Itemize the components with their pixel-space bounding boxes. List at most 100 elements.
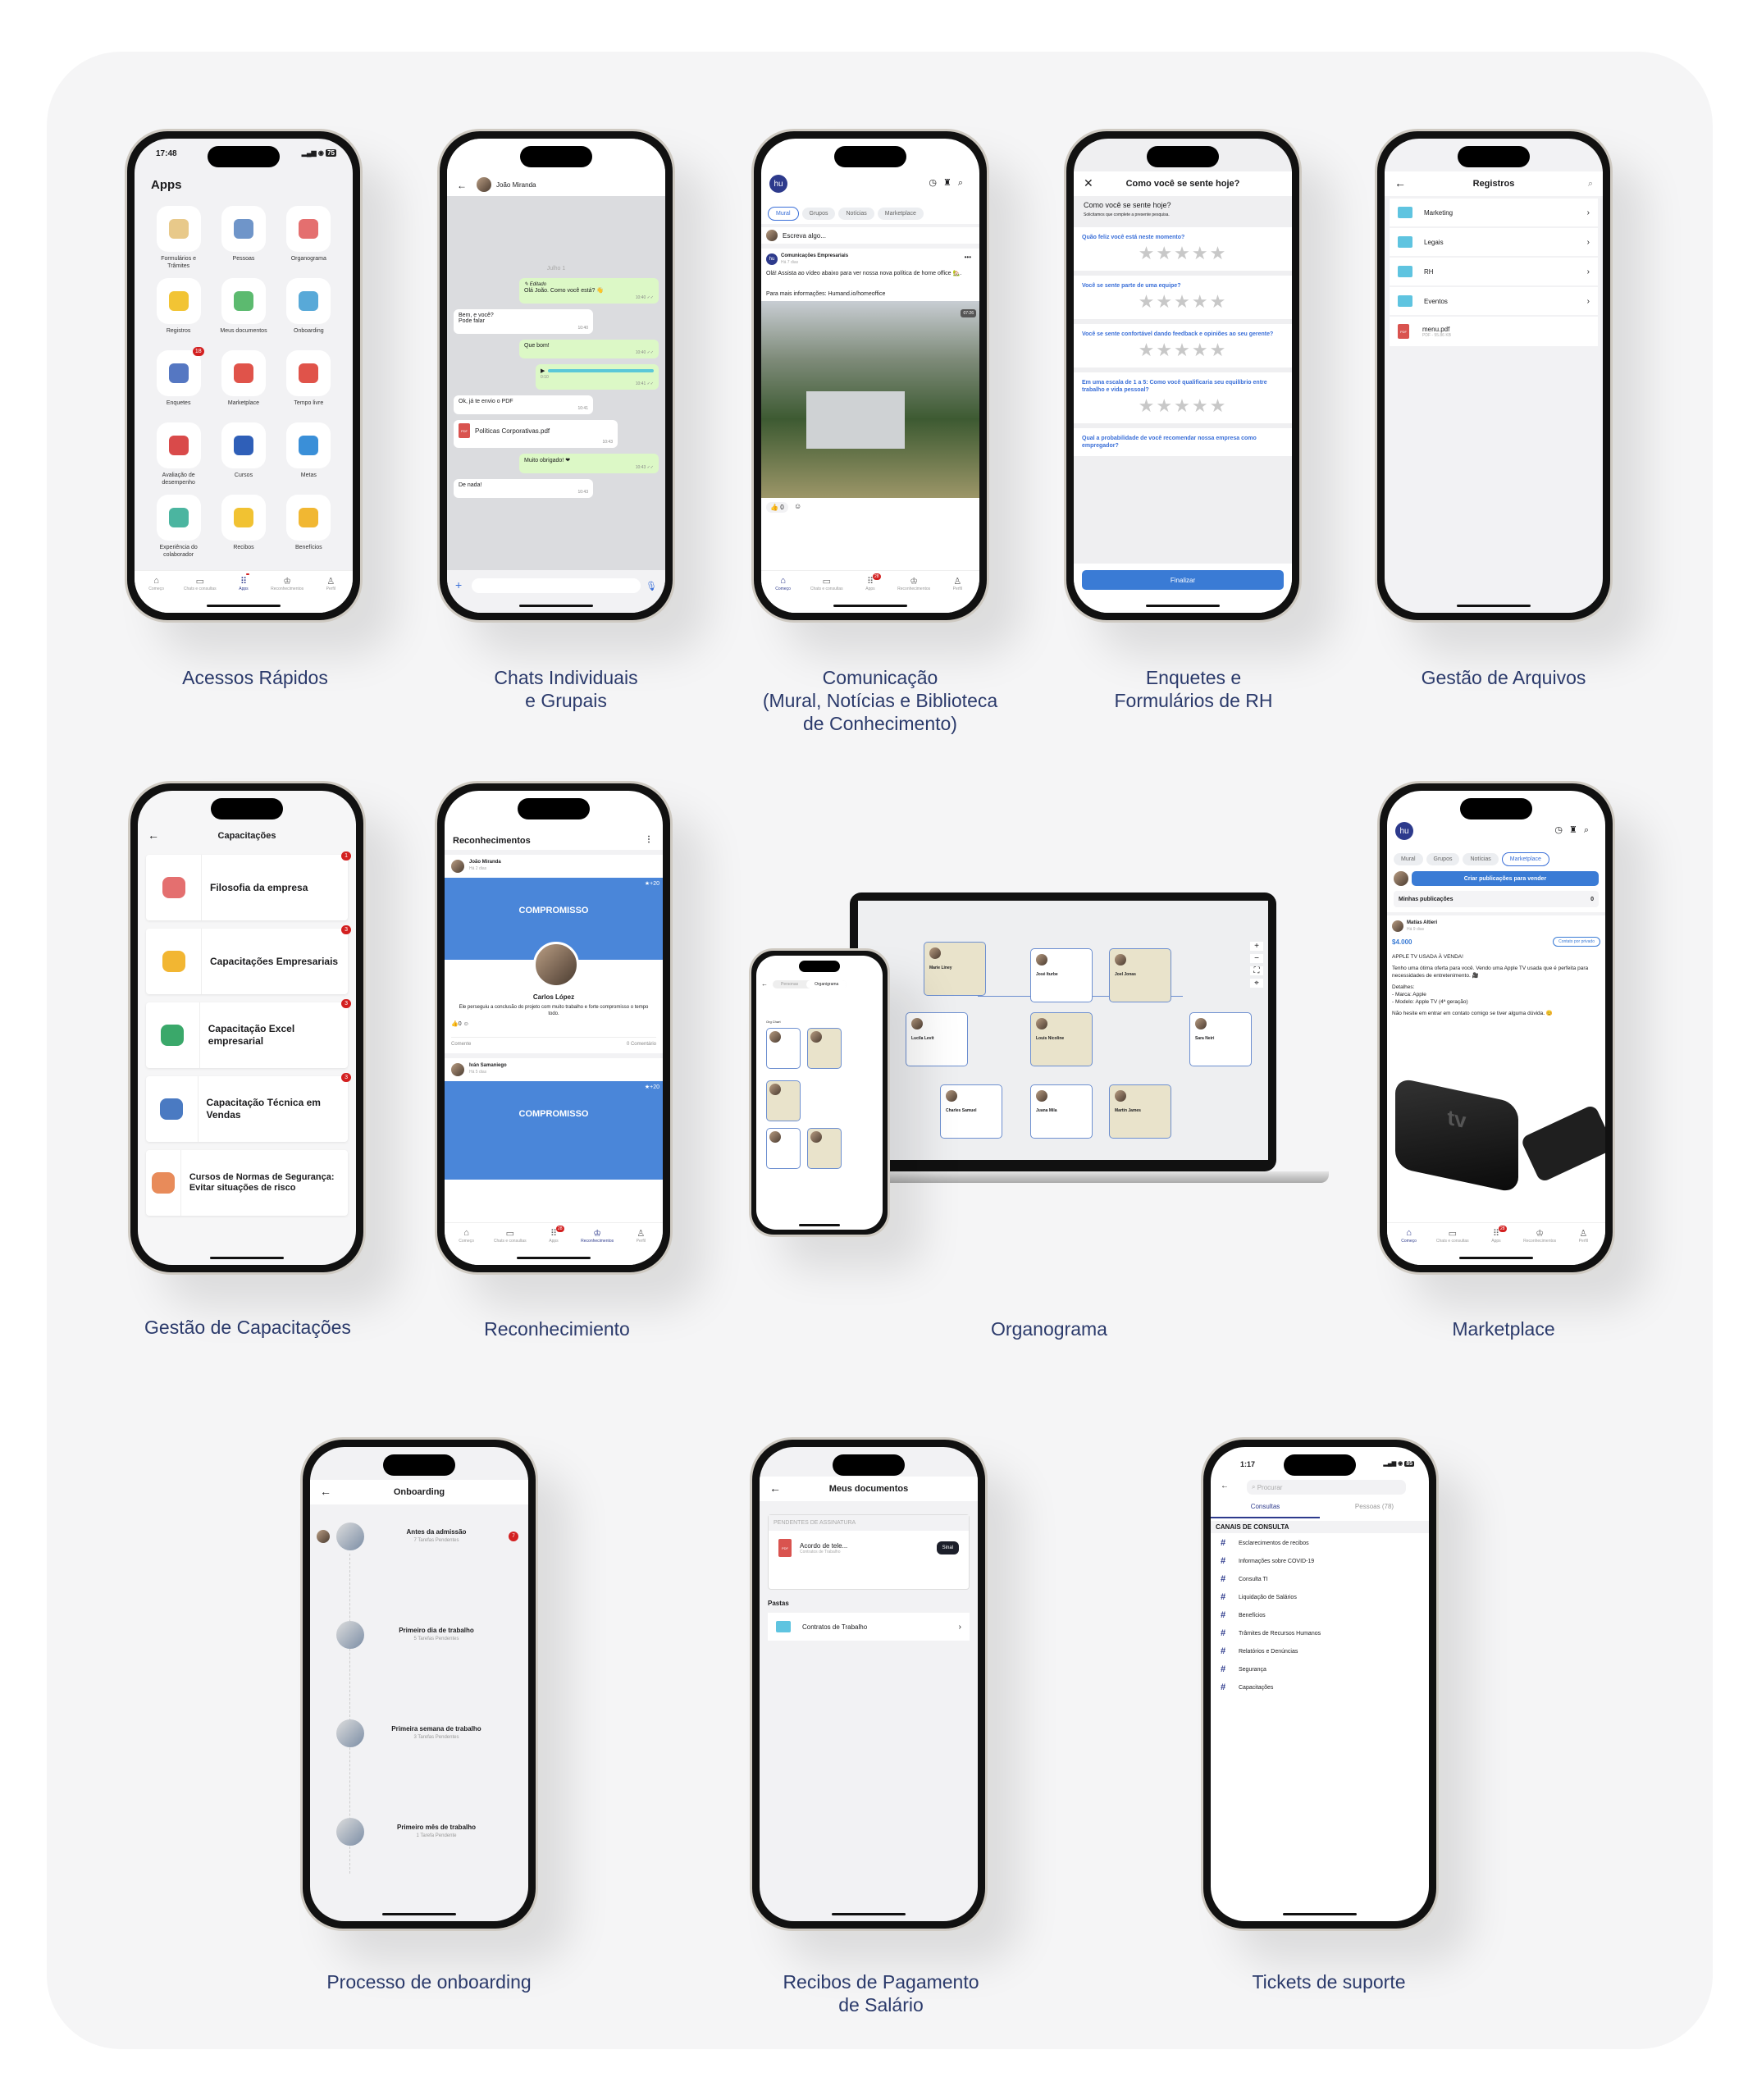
nav-item-apps[interactable]: ⠿ Apps 28 xyxy=(850,573,891,613)
close-icon[interactable]: ✕ xyxy=(1084,176,1093,190)
onboarding-step[interactable]: Antes da admissão 7 Tarefas Pendentes 7 xyxy=(310,1522,528,1550)
star-icon[interactable]: ★ xyxy=(1192,395,1210,416)
star-icon[interactable]: ★ xyxy=(1139,243,1157,263)
star-rating[interactable]: ★★★★★ xyxy=(1082,243,1284,264)
back-arrow-icon[interactable]: ← xyxy=(320,1485,331,1498)
star-icon[interactable]: ★ xyxy=(1210,291,1228,312)
history-icon[interactable]: ◷ xyxy=(929,178,943,188)
search-icon[interactable]: ⌕ xyxy=(958,178,970,188)
org-node[interactable]: Martin James xyxy=(1109,1084,1171,1139)
star-icon[interactable]: ★ xyxy=(1174,395,1192,416)
nav-item-chats[interactable]: ▭ Chats e consultas xyxy=(490,1228,531,1265)
tab-people[interactable]: Personas xyxy=(773,980,806,988)
finish-button[interactable]: Finalizar xyxy=(1082,570,1284,590)
nav-item-chats[interactable]: ▭ Chats e consultas xyxy=(1432,1228,1473,1265)
nav-item-recognitions[interactable]: ♔ Reconhecimentos xyxy=(1519,1228,1560,1265)
birthday-cake-icon[interactable]: ♜ xyxy=(1569,825,1584,835)
nav-item-profile[interactable]: ♙ Perfil xyxy=(937,576,978,613)
more-options-icon[interactable]: ⋮ xyxy=(645,835,653,844)
nav-item-profile[interactable]: ♙ Perfil xyxy=(1563,1228,1604,1265)
org-node[interactable]: Charles Samuel xyxy=(940,1084,1002,1139)
training-card[interactable]: Capacitação Excel empresarial 3 xyxy=(146,999,351,1068)
star-icon[interactable]: ★ xyxy=(1174,291,1192,312)
channel-row[interactable]: # Capacitações xyxy=(1211,1678,1429,1696)
tab-marketplace[interactable]: Marketplace xyxy=(1501,852,1549,866)
audio-player[interactable]: ▶ xyxy=(541,368,654,374)
tab-org-chart[interactable]: Organigrama xyxy=(806,980,847,988)
zoom-in-button[interactable]: + xyxy=(1250,942,1263,951)
channel-row[interactable]: # Trâmites de Recursos Humanos xyxy=(1211,1624,1429,1642)
org-node[interactable]: Louis Nicoline xyxy=(1030,1012,1093,1066)
nav-item-apps[interactable]: ⠿ Apps 28 xyxy=(533,1226,574,1265)
contact-private-button[interactable]: Contato por privado xyxy=(1553,937,1600,947)
add-reaction-icon[interactable]: ☺ xyxy=(794,502,801,510)
search-input[interactable]: ⌕ Procurar xyxy=(1247,1480,1406,1495)
nav-item-recognitions[interactable]: ♔ Reconhecimentos xyxy=(267,576,308,613)
tab-grupos[interactable]: Grupos xyxy=(801,208,836,220)
nav-item-profile[interactable]: ♙ Perfil xyxy=(310,576,351,613)
create-listing-button[interactable]: Criar publicações para vender xyxy=(1412,871,1599,886)
nav-item-recognitions[interactable]: ♔ Reconhecimentos xyxy=(893,576,934,613)
back-arrow-icon[interactable]: ← xyxy=(1394,176,1406,189)
star-icon[interactable]: ★ xyxy=(1156,395,1174,416)
nav-item-home[interactable]: ⌂ Começo xyxy=(1389,1228,1430,1265)
channel-row[interactable]: # Segurança xyxy=(1211,1660,1429,1678)
org-node[interactable] xyxy=(807,1028,842,1069)
back-arrow-icon[interactable]: ← xyxy=(761,980,768,988)
sign-button[interactable]: Sinal xyxy=(936,1541,959,1554)
star-icon[interactable]: ★ xyxy=(1156,243,1174,263)
training-card[interactable]: Filosofia da empresa 1 xyxy=(146,851,351,920)
tab-notícias[interactable]: Notícias xyxy=(1463,853,1499,865)
onboarding-step[interactable]: Primeiro mês de trabalho 1 Tarefa Pendent… xyxy=(310,1818,528,1846)
tab-marketplace[interactable]: Marketplace xyxy=(877,208,924,220)
star-rating[interactable]: ★★★★★ xyxy=(1082,395,1284,417)
star-icon[interactable]: ★ xyxy=(1210,340,1228,360)
star-icon[interactable]: ★ xyxy=(1174,243,1192,263)
more-options-icon[interactable]: ••• xyxy=(965,253,971,261)
folder-row[interactable]: Legais › xyxy=(1390,228,1598,256)
audio-progress[interactable] xyxy=(548,369,654,372)
post-video[interactable]: 07:26 xyxy=(761,301,979,498)
star-rating[interactable]: ★★★★★ xyxy=(1082,291,1284,313)
star-icon[interactable]: ★ xyxy=(1210,395,1228,416)
app-tile[interactable]: Tempo livre xyxy=(276,350,341,416)
tab-people[interactable]: Pessoas (78) xyxy=(1320,1503,1429,1518)
nav-item-home[interactable]: ⌂ Começo xyxy=(446,1228,487,1265)
org-node[interactable]: Juana Mila xyxy=(1030,1084,1093,1139)
app-tile[interactable]: Avaliação de desempenho xyxy=(146,422,211,488)
channel-row[interactable]: # Informações sobre COVID-19 xyxy=(1211,1552,1429,1570)
star-icon[interactable]: ★ xyxy=(1192,340,1210,360)
nav-item-chats[interactable]: ▭ Chats e consultas xyxy=(180,576,221,613)
compose-input[interactable]: Escreva algo... xyxy=(783,232,826,240)
comment-button[interactable]: Comente xyxy=(451,1042,471,1047)
org-node[interactable] xyxy=(766,1128,801,1169)
app-tile[interactable]: Benefícios xyxy=(276,495,341,560)
attach-plus-icon[interactable]: + xyxy=(455,578,462,591)
back-arrow-icon[interactable]: ← xyxy=(457,180,467,191)
tab-mural[interactable]: Mural xyxy=(768,207,799,221)
org-node[interactable]: Joel Jonas xyxy=(1109,948,1171,1002)
nav-item-home[interactable]: ⌂ Começo xyxy=(763,576,804,613)
app-tile[interactable]: Marketplace xyxy=(211,350,276,416)
tab-grupos[interactable]: Grupos xyxy=(1426,853,1460,865)
my-listings-row[interactable]: Minhas publicações 0 xyxy=(1394,891,1599,907)
star-icon[interactable]: ★ xyxy=(1210,243,1228,263)
app-tile[interactable]: Formulários e Trâmites xyxy=(146,206,211,272)
app-tile[interactable]: Recibos xyxy=(211,495,276,560)
channel-row[interactable]: # Esclarecimentos de recibos xyxy=(1211,1534,1429,1552)
org-node[interactable]: Lucila Levit xyxy=(906,1012,968,1066)
org-node[interactable] xyxy=(807,1128,842,1169)
star-rating[interactable]: ★★★★★ xyxy=(1082,340,1284,361)
nav-item-apps[interactable]: ⠿ Apps 28 xyxy=(1476,1226,1517,1265)
center-user-button[interactable]: ⌖ xyxy=(1250,979,1263,988)
channel-row[interactable]: # Consulta TI xyxy=(1211,1570,1429,1588)
microphone-icon[interactable]: 🎙 xyxy=(646,581,657,591)
back-arrow-icon[interactable]: ← xyxy=(148,829,159,842)
folder-row[interactable]: Eventos › xyxy=(1390,287,1598,315)
zoom-out-button[interactable]: − xyxy=(1250,954,1263,963)
folder-row[interactable]: Contratos de Trabalho › xyxy=(768,1613,970,1641)
file-row[interactable]: PDF menu.pdf PDF - 55.86 KB xyxy=(1390,317,1598,346)
search-icon[interactable]: ⌕ xyxy=(1588,179,1593,189)
training-card[interactable]: Cursos de Normas de Segurança: Evitar si… xyxy=(146,1150,348,1216)
tab-queries[interactable]: Consultas xyxy=(1211,1503,1320,1518)
